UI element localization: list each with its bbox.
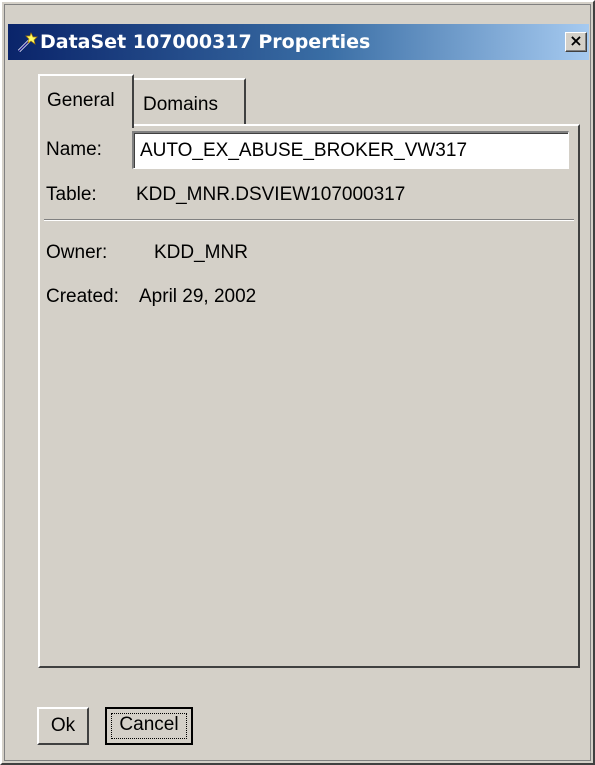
cancel-button[interactable]: Cancel	[105, 707, 193, 745]
tab-general-label: General	[47, 90, 115, 111]
titlebar[interactable]: DataSet 107000317 Properties	[8, 24, 589, 60]
tab-general[interactable]: General	[38, 74, 134, 128]
table-label: Table:	[46, 184, 97, 205]
dataset-wand-icon	[16, 30, 40, 54]
name-field[interactable]: AUTO_EX_ABUSE_BROKER_VW317	[132, 131, 569, 169]
close-icon: ×	[569, 31, 583, 50]
close-button[interactable]: ×	[565, 32, 587, 52]
section-divider	[44, 219, 574, 221]
owner-label: Owner:	[46, 242, 108, 263]
window-title: DataSet 107000317 Properties	[40, 31, 371, 53]
table-value: KDD_MNR.DSVIEW107000317	[136, 184, 406, 205]
created-value: April 29, 2002	[139, 286, 257, 307]
tab-domains[interactable]: Domains	[134, 78, 246, 126]
tab-domains-label: Domains	[143, 94, 218, 115]
ok-button[interactable]: Ok	[37, 707, 89, 745]
name-label: Name:	[46, 139, 102, 160]
created-label: Created:	[46, 286, 119, 307]
owner-value: KDD_MNR	[154, 242, 248, 263]
cancel-button-label: Cancel	[119, 714, 179, 735]
dataset-properties-dialog: DataSet 107000317 Properties × General D…	[0, 0, 595, 765]
ok-button-label: Ok	[50, 715, 76, 736]
